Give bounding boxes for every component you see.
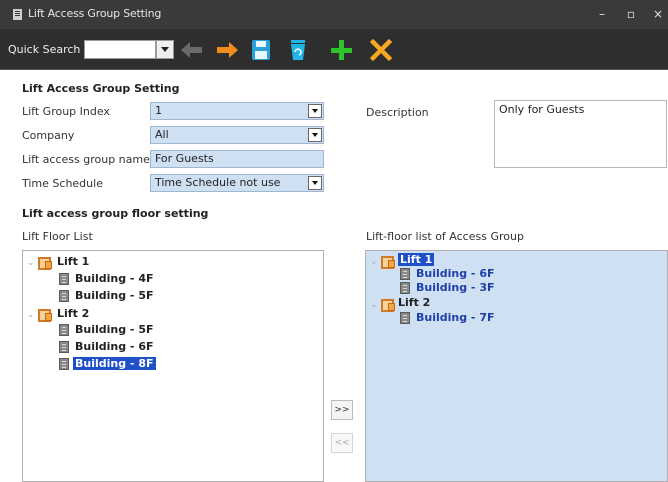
collapse-toggle-icon[interactable]: ⌄ [370, 258, 378, 267]
description-value: Only for Guests [499, 103, 585, 116]
tree-node-lift[interactable]: Lift 2 [57, 307, 89, 320]
quick-search-input[interactable] [84, 40, 156, 59]
window-title: Lift Access Group Setting [28, 7, 162, 20]
tree-node-floor[interactable]: Building - 6F [416, 267, 495, 280]
delete-icon [291, 40, 305, 60]
company-value: All [155, 128, 169, 141]
tree-node-floor[interactable]: Building - 6F [75, 340, 154, 353]
tree-node-lift[interactable]: Lift 1 [57, 255, 89, 268]
lift-group-index-select[interactable]: 1 [150, 102, 324, 120]
collapse-toggle-icon[interactable]: ⌄ [27, 259, 35, 268]
settings-section-title: Lift Access Group Setting [22, 82, 180, 95]
company-select[interactable]: All [150, 126, 324, 144]
add-icon [331, 40, 352, 60]
company-label: Company [22, 129, 75, 142]
group-name-value: For Guests [155, 152, 214, 165]
time-schedule-value: Time Schedule not use [155, 176, 281, 189]
tree-node-floor[interactable]: Building - 5F [75, 323, 154, 336]
time-schedule-label: Time Schedule [22, 177, 103, 190]
back-button[interactable] [177, 35, 207, 65]
back-arrow-icon [181, 42, 202, 58]
chevron-down-icon[interactable] [308, 176, 322, 190]
tree-node-floor[interactable]: Building - 5F [75, 289, 154, 302]
building-icon [59, 341, 69, 353]
lift-icon [380, 297, 395, 312]
lift-icon [37, 255, 52, 270]
quick-search-label: Quick Search [8, 43, 81, 56]
cancel-button[interactable] [366, 35, 396, 65]
lift-group-index-value: 1 [155, 104, 162, 117]
tree-node-floor[interactable]: Building - 3F [416, 281, 495, 294]
building-icon [59, 324, 69, 336]
building-icon [400, 312, 410, 324]
toolbar: Quick Search [0, 29, 668, 70]
description-label: Description [366, 106, 429, 119]
collapse-toggle-icon[interactable]: ⌄ [370, 301, 378, 310]
building-icon [59, 290, 69, 302]
add-floor-button[interactable]: >> [331, 400, 353, 420]
remove-floor-button[interactable]: << [331, 433, 353, 453]
minimize-button[interactable]: – [593, 5, 611, 23]
quick-search-dropdown[interactable] [156, 40, 174, 59]
tree-node-floor[interactable]: Building - 7F [416, 311, 495, 324]
collapse-toggle-icon[interactable]: ⌄ [27, 311, 35, 320]
right-list-title: Lift-floor list of Access Group [366, 230, 524, 243]
building-icon [400, 268, 410, 280]
building-icon [59, 273, 69, 285]
group-name-label: Lift access group name [22, 153, 150, 166]
tree-node-floor-selected[interactable]: Building - 8F [73, 357, 156, 370]
floor-setting-section-title: Lift access group floor setting [22, 207, 209, 220]
chevron-down-icon[interactable] [308, 104, 322, 118]
tree-node-floor[interactable]: Building - 4F [75, 272, 154, 285]
building-icon [59, 358, 69, 370]
save-icon [252, 40, 270, 60]
lift-floor-list[interactable]: ⌄ Lift 1 Building - 4F Building - 5F ⌄ L… [22, 250, 324, 482]
left-list-title: Lift Floor List [22, 230, 93, 243]
delete-button[interactable] [283, 35, 313, 65]
lift-icon [380, 254, 395, 269]
maximize-button[interactable]: ▫ [622, 5, 640, 23]
tree-node-lift-selected[interactable]: Lift 1 [398, 253, 435, 266]
add-button[interactable] [326, 35, 356, 65]
lift-icon [37, 307, 52, 322]
access-group-floor-list[interactable]: ⌄ Lift 1 Building - 6F Building - 3F ⌄ L… [365, 250, 668, 482]
title-bar: Lift Access Group Setting – ▫ × [0, 0, 668, 29]
tree-node-lift[interactable]: Lift 2 [398, 296, 430, 309]
description-textarea[interactable]: Only for Guests [494, 100, 667, 168]
forward-button[interactable] [212, 35, 242, 65]
building-icon [400, 282, 410, 294]
lift-group-index-label: Lift Group Index [22, 105, 110, 118]
time-schedule-select[interactable]: Time Schedule not use [150, 174, 324, 192]
forward-arrow-icon [217, 42, 238, 58]
cancel-icon [369, 38, 393, 62]
close-button[interactable]: × [649, 5, 667, 23]
chevron-down-icon[interactable] [308, 128, 322, 142]
group-name-input[interactable]: For Guests [150, 150, 324, 168]
app-icon [13, 9, 22, 20]
save-button[interactable] [246, 35, 276, 65]
